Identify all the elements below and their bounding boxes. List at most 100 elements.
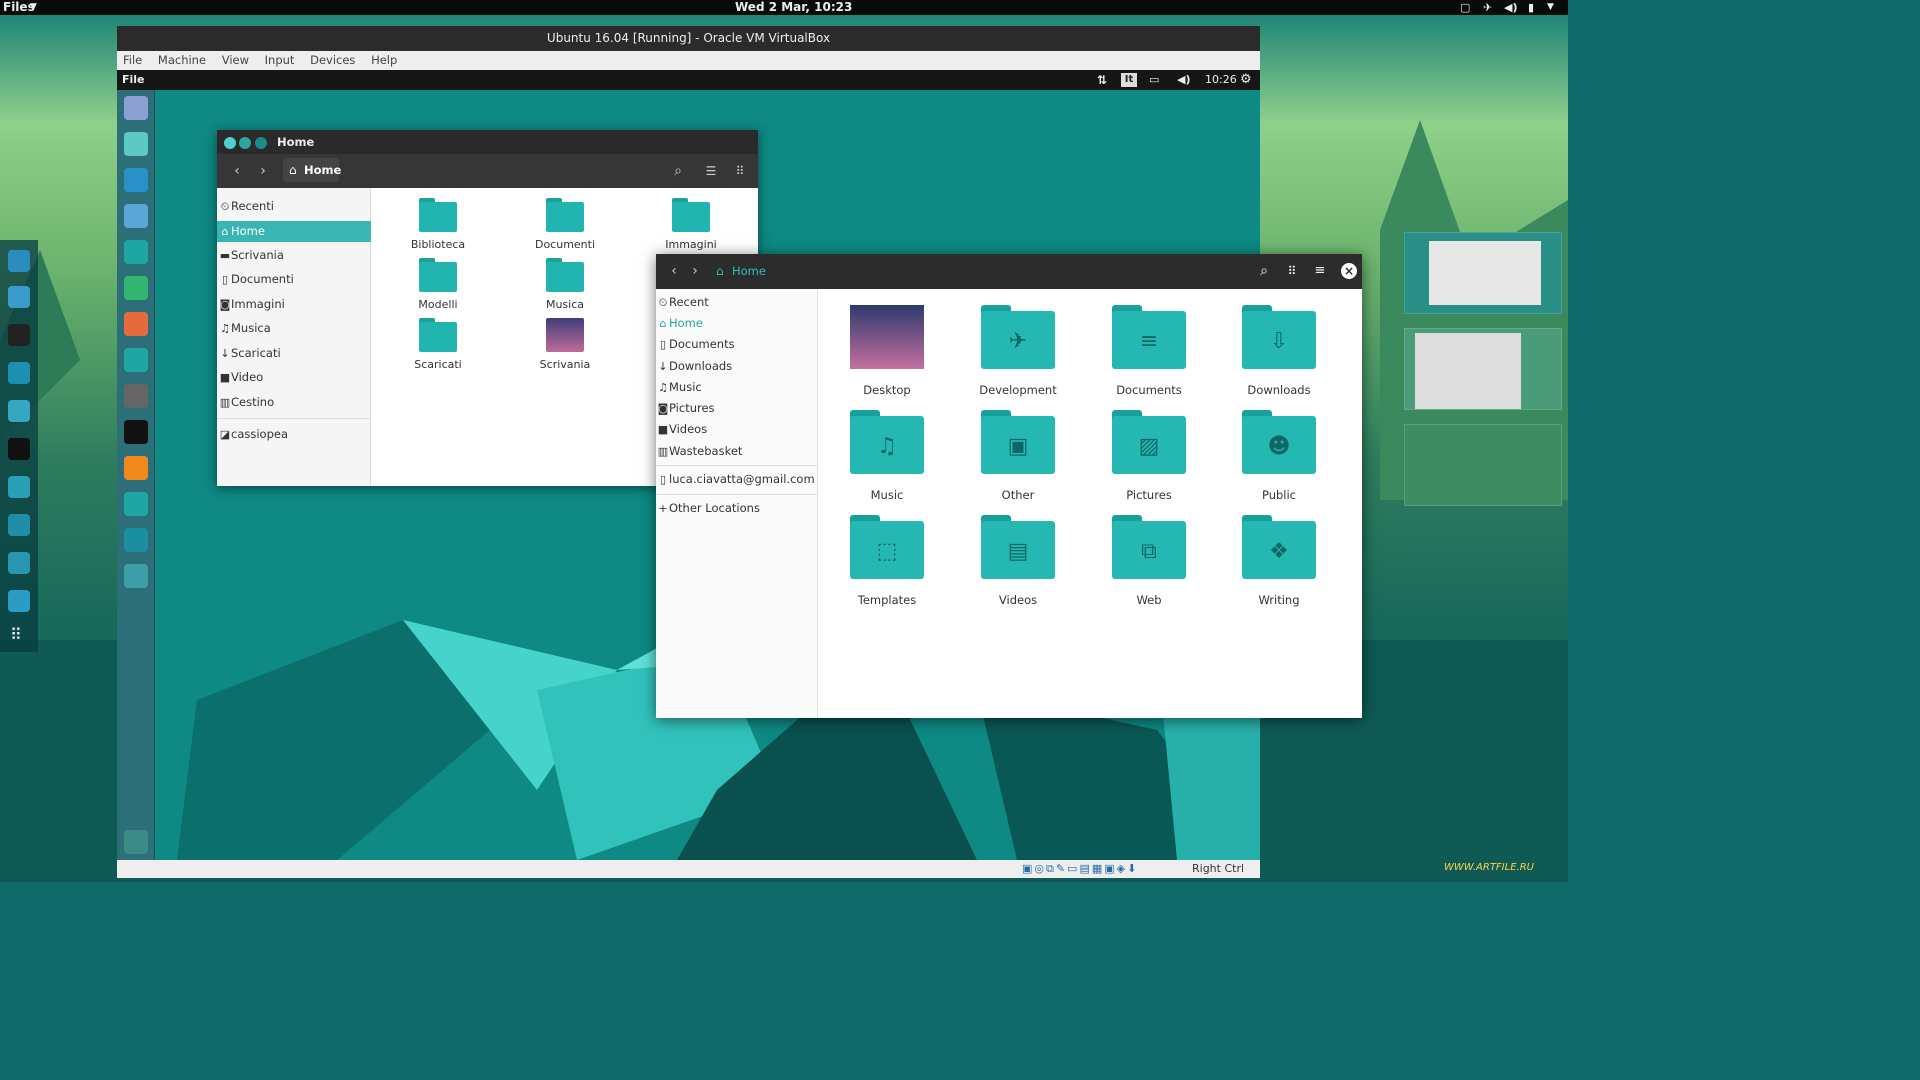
search-icon[interactable]: ⌕ [1256, 263, 1272, 279]
fm2-sidebar-item-other-locations[interactable]: + Other Locations [656, 498, 818, 519]
guest-app-menu[interactable]: File [122, 70, 145, 90]
folder-item[interactable]: Scrivania [515, 318, 615, 376]
workspace-thumb[interactable] [1404, 328, 1562, 410]
chromium-icon[interactable] [124, 204, 148, 228]
fm2-sidebar-item-downloads[interactable]: ↓ Downloads [656, 356, 818, 377]
software-center-icon[interactable] [124, 348, 148, 372]
host-clock[interactable]: Wed 2 Mar, 10:23 [735, 0, 852, 15]
close-button[interactable] [224, 137, 236, 149]
fm1-breadcrumb[interactable]: ⌂ Home [283, 158, 341, 182]
folder-item[interactable]: ⧉ Web [1089, 515, 1209, 611]
fm1-sidebar-item-video[interactable]: ■ Video [217, 367, 371, 388]
vbox-menu-input[interactable]: Input [265, 53, 295, 67]
fm2-sidebar-item-wastebasket[interactable]: ▥ Wastebasket [656, 441, 818, 462]
folder-item[interactable]: ⇩ Downloads [1219, 305, 1339, 401]
vm-icon[interactable] [8, 476, 30, 498]
guest-clock[interactable]: 10:26 [1205, 70, 1237, 90]
fm1-sidebar-item-musica[interactable]: ♫ Musica [217, 318, 371, 339]
folder-item[interactable]: Documenti [515, 198, 615, 256]
folder-item[interactable]: ⬚ Templates [827, 515, 947, 611]
keyboard-layout[interactable]: It [1121, 73, 1137, 87]
fm2-sidebar-item-pictures[interactable]: ◙ Pictures [656, 398, 818, 419]
fm1-sidebar-item-home[interactable]: ⌂ Home [217, 221, 371, 242]
fm2-sidebar-item-home[interactable]: ⌂ Home [656, 313, 818, 334]
settings-icon[interactable] [8, 514, 30, 536]
folder-item[interactable]: ▤ Videos [958, 515, 1078, 611]
window-icon[interactable]: ▢ [1460, 0, 1470, 15]
folder-item[interactable]: Desktop [827, 305, 947, 401]
disk-icon[interactable] [8, 552, 30, 574]
device-status-icon[interactable]: ▣◎⧉✎▭▤▦▣◈⬇ [1022, 860, 1138, 878]
fm1-sidebar-item-scaricati[interactable]: ↓ Scaricati [217, 343, 371, 364]
airplane-icon[interactable]: ✈ [1483, 0, 1492, 15]
app-grid-icon[interactable]: ⠿ [10, 627, 22, 643]
fm1-sidebar-item-recenti[interactable]: ⏲ Recenti [217, 196, 371, 217]
image-viewer-icon[interactable] [8, 362, 30, 384]
files-icon[interactable] [124, 132, 148, 156]
chevron-down-icon[interactable]: ▼ [1547, 0, 1554, 15]
disk-icon[interactable] [124, 384, 148, 408]
vbox-menu-help[interactable]: Help [371, 53, 397, 67]
chevron-down-icon[interactable]: ▼ [30, 0, 37, 15]
network-icon[interactable]: ⇅ [1097, 70, 1107, 90]
battery-icon[interactable]: ▮ [1528, 0, 1534, 15]
folder-item[interactable]: Biblioteca [388, 198, 488, 256]
fm1-sidebar-item-cassiopea[interactable]: ◪ cassiopea [217, 424, 371, 445]
search-icon[interactable]: ⌕ [670, 163, 686, 179]
mail-icon[interactable] [8, 590, 30, 612]
fm1-sidebar-item-cestino[interactable]: ▥ Cestino [217, 392, 371, 413]
terminal-icon[interactable] [8, 438, 30, 460]
terminal-icon[interactable] [124, 420, 148, 444]
fm1-sidebar-item-scrivania[interactable]: ▬ Scrivania [217, 245, 371, 266]
system-monitor-icon[interactable] [124, 492, 148, 516]
vbox-menu-file[interactable]: File [123, 53, 142, 67]
fm1-sidebar-item-documenti[interactable]: ▯ Documenti [217, 269, 371, 290]
grid-view-icon[interactable]: ⠿ [1284, 263, 1300, 279]
grid-view-icon[interactable]: ⠿ [732, 163, 748, 179]
dash-icon[interactable] [124, 96, 148, 120]
folder-item[interactable]: Musica [515, 258, 615, 316]
folder-item[interactable]: Modelli [388, 258, 488, 316]
back-button[interactable]: ‹ [666, 263, 682, 279]
folder-item[interactable]: ≡ Documents [1089, 305, 1209, 401]
writer-icon[interactable] [124, 240, 148, 264]
workspace-thumb[interactable] [1404, 424, 1562, 506]
settings-icon[interactable] [124, 564, 148, 588]
folder-item[interactable]: Scaricati [388, 318, 488, 376]
folder-item[interactable]: ▨ Pictures [1089, 410, 1209, 506]
fm1-sidebar-item-immagini[interactable]: ◙ Immagini [217, 294, 371, 315]
minimize-button[interactable] [239, 137, 251, 149]
vbox-menu-machine[interactable]: Machine [158, 53, 206, 67]
forward-button[interactable]: › [255, 163, 271, 179]
calc-icon[interactable] [124, 276, 148, 300]
volume-icon[interactable]: ◀) [1177, 70, 1191, 90]
close-icon[interactable]: × [1341, 263, 1357, 279]
folder-item[interactable]: ✈ Development [958, 305, 1078, 401]
back-button[interactable]: ‹ [229, 163, 245, 179]
fm2-sidebar-item-luca-ciavatta-gmail-com[interactable]: ▯ luca.ciavatta@gmail.com [656, 469, 818, 490]
browser-icon[interactable] [124, 168, 148, 192]
files-icon[interactable] [8, 400, 30, 422]
list-view-icon[interactable]: ☰ [703, 163, 719, 179]
maximize-button[interactable] [255, 137, 267, 149]
folder-item[interactable]: ▣ Other [958, 410, 1078, 506]
folder-item[interactable]: Immagini [641, 198, 741, 256]
vbox-menu-devices[interactable]: Devices [310, 53, 355, 67]
folder-item[interactable]: ♫ Music [827, 410, 947, 506]
installer-icon[interactable] [124, 528, 148, 552]
vbox-menu-view[interactable]: View [222, 53, 249, 67]
battery-icon[interactable]: ▭ [1149, 70, 1159, 90]
folder-item[interactable]: ☻ Public [1219, 410, 1339, 506]
volume-icon[interactable]: ◀) [1504, 0, 1518, 15]
vlc-icon[interactable] [124, 456, 148, 480]
trash-icon[interactable] [124, 830, 148, 854]
fm2-sidebar-item-recent[interactable]: ⏲ Recent [656, 292, 818, 313]
fm2-sidebar-item-documents[interactable]: ▯ Documents [656, 334, 818, 355]
gear-icon[interactable]: ⚙ [1240, 70, 1252, 90]
workspace-thumb[interactable] [1404, 232, 1562, 314]
browser-icon[interactable] [8, 250, 30, 272]
forward-button[interactable]: › [687, 263, 703, 279]
menu-icon[interactable]: ≡ [1312, 263, 1328, 279]
music-player-icon[interactable] [8, 324, 30, 346]
vpn-icon[interactable] [8, 286, 30, 308]
